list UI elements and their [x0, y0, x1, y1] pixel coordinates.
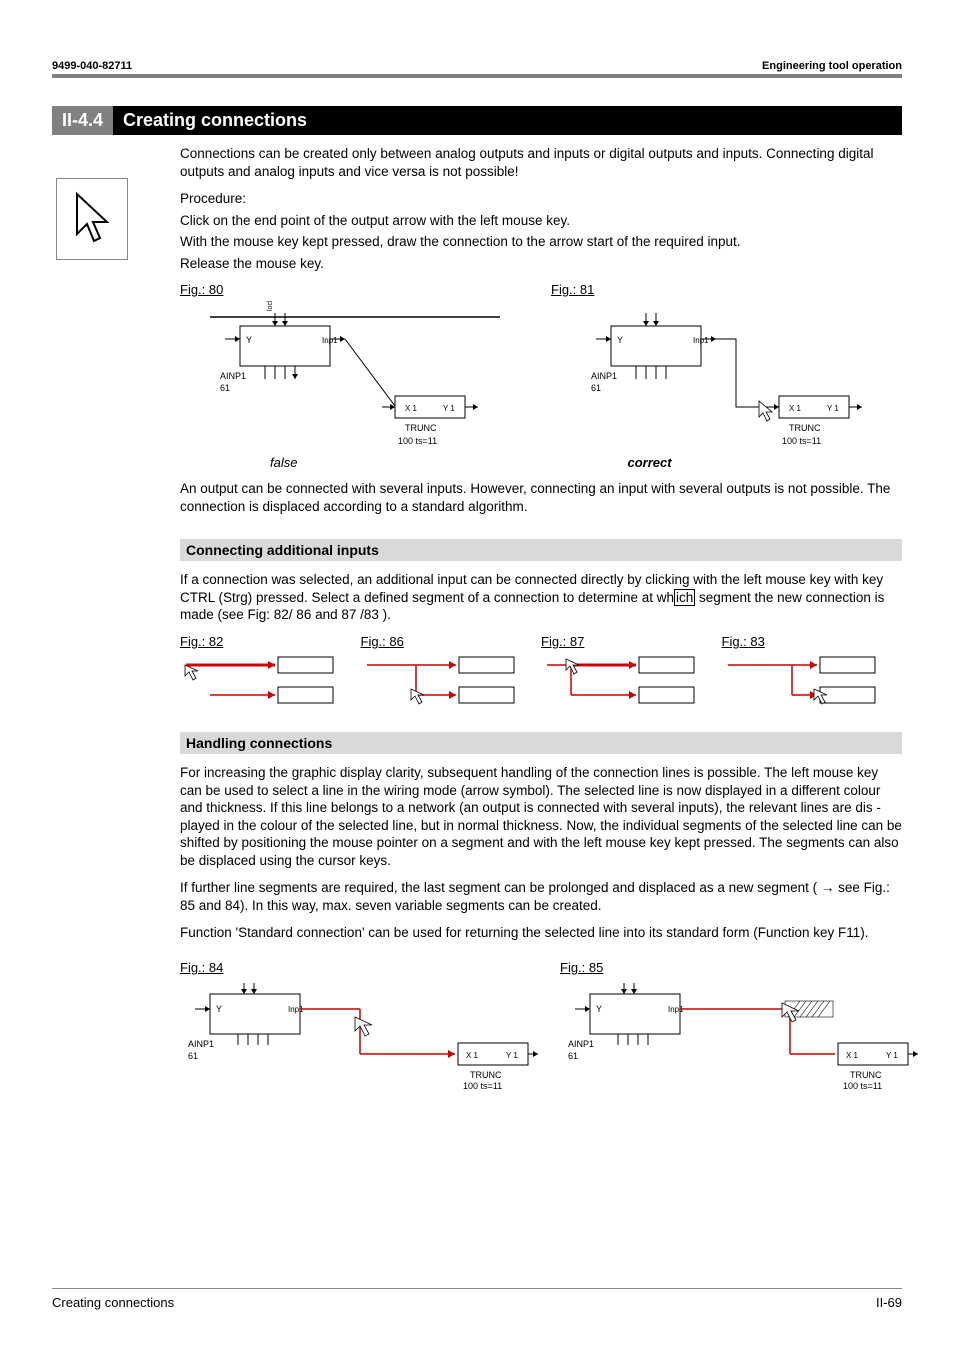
figure-80-label: Fig.: 80 — [180, 282, 531, 297]
svg-text:AINP1: AINP1 — [591, 371, 617, 381]
additional-inputs-paragraph: If a connection was selected, an additio… — [180, 571, 902, 624]
figure-87-label: Fig.: 87 — [541, 634, 722, 649]
figure-86-diagram — [361, 653, 531, 708]
svg-text:Y 1: Y 1 — [827, 404, 839, 413]
figure-82-diagram — [180, 653, 350, 708]
figure-82-label: Fig.: 82 — [180, 634, 361, 649]
figure-80: Fig.: 80 Y lock Inp1 AINP1 — [180, 282, 531, 451]
svg-text:TRUNC: TRUNC — [789, 423, 821, 433]
footer-rule — [52, 1288, 902, 1289]
figure-row-80-81: Fig.: 80 Y lock Inp1 AINP1 — [180, 282, 902, 451]
figure-81: Fig.: 81 Y Inp1 AINP1 61 — [551, 282, 902, 451]
svg-text:TRUNC: TRUNC — [850, 1070, 882, 1080]
page-footer: Creating connections II-69 — [52, 1288, 902, 1310]
body-column: Connections can be created only between … — [180, 145, 902, 1089]
handling-p2a: If further line segments are required, t… — [180, 880, 821, 895]
svg-text:X 1: X 1 — [789, 404, 802, 413]
figure-84-label: Fig.: 84 — [180, 960, 540, 975]
header-rule — [52, 74, 902, 78]
figure-84: Fig.: 84 Y Inp1 AINP1 61 — [180, 960, 540, 1089]
svg-text:Y: Y — [617, 335, 623, 345]
svg-text:AINP1: AINP1 — [220, 371, 246, 381]
caption-correct: correct — [627, 455, 671, 470]
svg-text:100 ts=11: 100 ts=11 — [782, 436, 821, 446]
svg-text:61: 61 — [188, 1051, 198, 1061]
section-number: II-4.4 — [52, 106, 113, 135]
figure-87: Fig.: 87 — [541, 634, 722, 708]
svg-text:Y 1: Y 1 — [443, 404, 455, 413]
header-left: 9499-040-82711 — [52, 60, 132, 72]
figure-row-84-85: Fig.: 84 Y Inp1 AINP1 61 — [180, 960, 902, 1089]
svg-text:Inp1: Inp1 — [322, 336, 338, 345]
figure-80-diagram: Y lock Inp1 AINP1 61 X 1 — [180, 301, 500, 451]
svg-text:Y: Y — [216, 1004, 222, 1014]
figure-82: Fig.: 82 — [180, 634, 361, 708]
procedure-label: Procedure: — [180, 190, 902, 208]
svg-text:Y: Y — [246, 335, 252, 345]
procedure-step-1: Click on the end point of the output arr… — [180, 212, 902, 230]
svg-text:X 1: X 1 — [466, 1051, 479, 1060]
figure-83: Fig.: 83 — [722, 634, 903, 708]
svg-text:AINP1: AINP1 — [188, 1039, 214, 1049]
procedure-step-3: Release the mouse key. — [180, 255, 902, 273]
section-heading: II-4.4 Creating connections — [52, 106, 902, 135]
svg-text:TRUNC: TRUNC — [405, 423, 437, 433]
svg-text:Y 1: Y 1 — [506, 1051, 518, 1060]
figure-86: Fig.: 86 — [361, 634, 542, 708]
handling-p2: If further line segments are required, t… — [180, 879, 902, 914]
footer-left: Creating connections — [52, 1295, 174, 1310]
procedure-step-2: With the mouse key kept pressed, draw th… — [180, 233, 902, 251]
figure-86-label: Fig.: 86 — [361, 634, 542, 649]
svg-text:Y: Y — [596, 1004, 602, 1014]
svg-text:100 ts=11: 100 ts=11 — [463, 1081, 502, 1089]
svg-text:61: 61 — [591, 383, 601, 393]
svg-text:AINP1: AINP1 — [568, 1039, 594, 1049]
svg-text:100 ts=11: 100 ts=11 — [843, 1081, 882, 1089]
page-header: 9499-040-82711 Engineering tool operatio… — [52, 60, 902, 72]
svg-text:TRUNC: TRUNC — [470, 1070, 502, 1080]
arrow-right-icon: → — [821, 880, 835, 895]
handling-p1: For increasing the graphic display clari… — [180, 764, 902, 869]
svg-text:61: 61 — [220, 383, 230, 393]
page: 9499-040-82711 Engineering tool operatio… — [0, 0, 954, 1350]
figure-row-82-86-87-83: Fig.: 82 Fig.: 86 — [180, 634, 902, 708]
figure-85-label: Fig.: 85 — [560, 960, 920, 975]
figure-81-diagram: Y Inp1 AINP1 61 X 1 — [551, 301, 871, 451]
additional-p1-boxed: ich — [674, 589, 695, 606]
svg-text:Inp1: Inp1 — [693, 336, 709, 345]
handling-p3: Function 'Standard connection' can be us… — [180, 924, 902, 942]
caption-row: false correct — [180, 455, 902, 470]
caption-false: false — [270, 455, 297, 470]
header-right: Engineering tool operation — [762, 60, 902, 72]
figure-83-label: Fig.: 83 — [722, 634, 903, 649]
svg-text:61: 61 — [568, 1051, 578, 1061]
section-title: Creating connections — [113, 106, 902, 135]
figure-85: Fig.: 85 Y Inp1 AINP1 61 — [560, 960, 920, 1089]
intro-paragraph: Connections can be created only between … — [180, 145, 902, 180]
after-figs-paragraph: An output can be connected with several … — [180, 480, 902, 515]
svg-text:100 ts=11: 100 ts=11 — [398, 436, 437, 446]
svg-text:X 1: X 1 — [405, 404, 418, 413]
footer-right: II-69 — [876, 1295, 902, 1310]
svg-text:Y 1: Y 1 — [886, 1051, 898, 1060]
figure-85-diagram: Y Inp1 AINP1 61 — [560, 979, 920, 1089]
figure-81-label: Fig.: 81 — [551, 282, 902, 297]
figure-84-diagram: Y Inp1 AINP1 61 X — [180, 979, 540, 1089]
svg-text:lock: lock — [267, 301, 274, 311]
cursor-icon — [56, 178, 128, 260]
svg-text:X 1: X 1 — [846, 1051, 859, 1060]
subheading-handling-connections: Handling connections — [180, 732, 902, 754]
figure-83-diagram — [722, 653, 892, 708]
subheading-additional-inputs: Connecting additional inputs — [180, 539, 902, 561]
figure-87-diagram — [541, 653, 711, 708]
